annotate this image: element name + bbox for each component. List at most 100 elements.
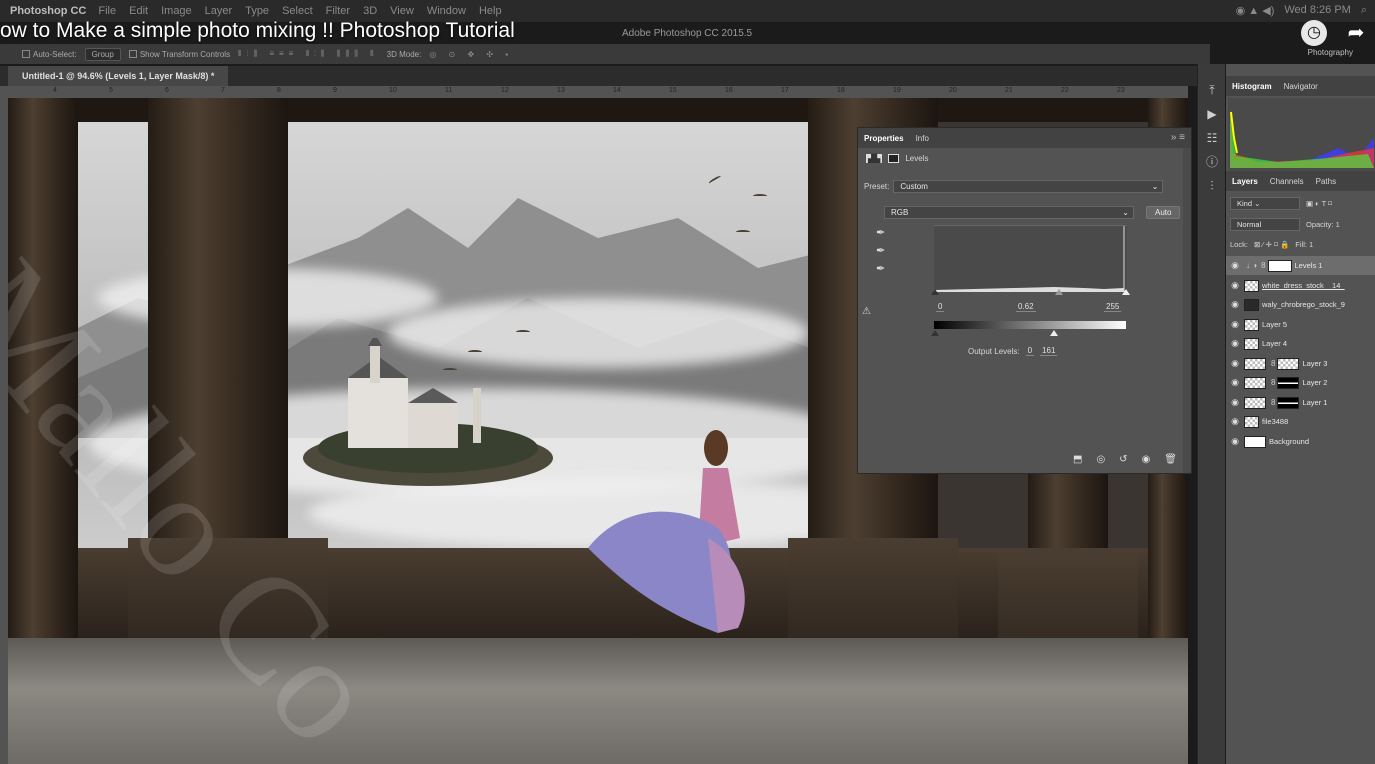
tab-histogram[interactable]: Histogram bbox=[1232, 82, 1272, 91]
layer-row[interactable]: ◉ 8 Layer 2 bbox=[1226, 373, 1375, 392]
eye-icon[interactable]: ◉ bbox=[1226, 338, 1244, 349]
auto-select-checkbox[interactable]: Auto-Select: bbox=[22, 50, 77, 59]
lock-icons[interactable]: ⊠ ⁄ ✛ ⌑ 🔒 bbox=[1254, 240, 1289, 249]
layer-row-levels[interactable]: ◉ ↓ ◑ 8 Levels 1 bbox=[1226, 256, 1375, 275]
menu-filter[interactable]: Filter bbox=[326, 5, 350, 17]
tab-channels[interactable]: Channels bbox=[1270, 177, 1304, 186]
channel-dropdown[interactable]: RGB ⌄ bbox=[884, 206, 1134, 219]
layer-row[interactable]: ◉ 8 Layer 1 bbox=[1226, 393, 1375, 412]
input-white-slider[interactable] bbox=[1122, 289, 1130, 295]
layer-row[interactable]: ◉ Layer 4 bbox=[1226, 334, 1375, 353]
history-icon[interactable]: ⤒ bbox=[1198, 78, 1226, 102]
layer-mask-thumbnail[interactable] bbox=[1267, 259, 1292, 272]
group-dropdown[interactable]: Group bbox=[84, 47, 121, 61]
layer-name[interactable]: Background bbox=[1269, 437, 1309, 446]
tab-properties[interactable]: Properties bbox=[864, 134, 904, 143]
layer-row[interactable]: ◉ Layer 5 bbox=[1226, 315, 1375, 334]
clip-to-layer-icon[interactable]: ⬒ bbox=[1073, 454, 1082, 465]
menu-select[interactable]: Select bbox=[282, 5, 313, 17]
input-black-field[interactable]: 0 bbox=[936, 302, 945, 312]
output-black-field[interactable]: 0 bbox=[1025, 346, 1035, 356]
layer-name[interactable]: waly_chrobrego_stock_9 bbox=[1262, 300, 1345, 309]
filter-icons[interactable]: ▣ ◐ T ⌑ bbox=[1306, 199, 1332, 208]
input-gamma-slider[interactable] bbox=[1055, 289, 1063, 295]
tab-navigator[interactable]: Navigator bbox=[1284, 82, 1318, 91]
layer-row[interactable]: ◉ white_dress_stock__14_ bbox=[1226, 276, 1375, 295]
eye-icon[interactable]: ◉ bbox=[1226, 377, 1244, 388]
search-icon[interactable]: ⌕ bbox=[1361, 4, 1367, 17]
layer-mask-thumbnail[interactable] bbox=[1277, 396, 1300, 409]
layer-name[interactable]: file3488 bbox=[1262, 417, 1288, 426]
eye-icon[interactable]: ◉ bbox=[1226, 397, 1244, 408]
eye-icon[interactable]: ◉ bbox=[1226, 319, 1244, 330]
output-black-slider[interactable] bbox=[931, 330, 939, 336]
play-icon[interactable]: ▶ bbox=[1198, 102, 1226, 126]
reset-icon[interactable]: ↺ bbox=[1119, 454, 1127, 465]
view-previous-icon[interactable]: ◎ bbox=[1096, 454, 1105, 465]
share-icon[interactable]: ➦ bbox=[1343, 20, 1369, 46]
adjustments-icon[interactable]: ☷ bbox=[1198, 126, 1226, 150]
layer-name[interactable]: Layer 2 bbox=[1302, 378, 1327, 387]
input-white-field[interactable]: 255 bbox=[1104, 302, 1122, 312]
blend-mode-dropdown[interactable]: Normal bbox=[1230, 217, 1300, 231]
transform-controls-checkbox[interactable]: Show Transform Controls bbox=[128, 50, 230, 59]
menu-3d[interactable]: 3D bbox=[363, 5, 377, 17]
gray-eyedropper-icon[interactable]: ✒ bbox=[876, 242, 885, 260]
layer-mask-thumbnail[interactable] bbox=[1277, 357, 1300, 370]
kind-filter-dropdown[interactable]: Kind ⌄ bbox=[1230, 196, 1300, 210]
app-menu[interactable]: Photoshop CC bbox=[10, 5, 86, 17]
black-eyedropper-icon[interactable]: ✒ bbox=[876, 224, 885, 242]
preset-dropdown[interactable]: Custom ⌄ bbox=[893, 180, 1164, 193]
menu-image[interactable]: Image bbox=[161, 5, 192, 17]
layer-row[interactable]: ◉ 8 Layer 3 bbox=[1226, 354, 1375, 373]
menu-type[interactable]: Type bbox=[245, 5, 269, 17]
eye-icon[interactable]: ◉ bbox=[1226, 260, 1244, 271]
workspace-switcher[interactable]: Photography bbox=[1308, 48, 1353, 57]
input-gamma-field[interactable]: 0.62 bbox=[1016, 302, 1036, 312]
3d-mode-icons[interactable]: ◎ ⊙ ✥ ✣ ▪ bbox=[429, 50, 513, 59]
menu-edit[interactable]: Edit bbox=[129, 5, 148, 17]
tab-paths[interactable]: Paths bbox=[1316, 177, 1336, 186]
menu-window[interactable]: Window bbox=[427, 5, 466, 17]
layer-mask-thumbnail[interactable] bbox=[1277, 376, 1300, 389]
menu-help[interactable]: Help bbox=[479, 5, 502, 17]
layer-name[interactable]: white_dress_stock__14_ bbox=[1262, 281, 1345, 290]
output-white-slider[interactable] bbox=[1050, 330, 1058, 336]
watch-later-icon[interactable]: ◷ bbox=[1301, 20, 1327, 46]
auto-button[interactable]: Auto bbox=[1146, 206, 1181, 219]
info-icon[interactable]: ⓘ bbox=[1198, 150, 1226, 174]
white-eyedropper-icon[interactable]: ✒ bbox=[876, 260, 885, 278]
fill-field[interactable]: Fill: 1 bbox=[1295, 240, 1313, 249]
menu-view[interactable]: View bbox=[390, 5, 414, 17]
menu-file[interactable]: File bbox=[98, 5, 116, 17]
align-icons[interactable]: ⫴⫶⫼ ≡≡≡ ⫴⫶⫼ ⫼⫼⫼ ⦀ bbox=[238, 49, 379, 59]
tab-info[interactable]: Info bbox=[916, 134, 929, 143]
tab-layers[interactable]: Layers bbox=[1232, 177, 1258, 186]
document-tab[interactable]: Untitled-1 @ 94.6% (Levels 1, Layer Mask… bbox=[8, 66, 229, 86]
menu-layer[interactable]: Layer bbox=[205, 5, 233, 17]
layer-row[interactable]: ◉ waly_chrobrego_stock_9 bbox=[1226, 295, 1375, 314]
layer-name[interactable]: Layer 4 bbox=[1262, 339, 1287, 348]
eye-icon[interactable]: ◉ bbox=[1226, 416, 1244, 427]
trash-icon[interactable]: 🗑 bbox=[1164, 454, 1177, 465]
layer-name[interactable]: Levels 1 bbox=[1295, 261, 1323, 270]
properties-scrollbar[interactable] bbox=[1183, 148, 1191, 473]
eye-icon[interactable]: ◉ bbox=[1226, 358, 1244, 369]
output-white-field[interactable]: 161 bbox=[1040, 346, 1058, 356]
eye-icon[interactable]: ◉ bbox=[1226, 299, 1244, 310]
eye-icon[interactable]: ◉ bbox=[1226, 436, 1244, 447]
input-black-slider[interactable] bbox=[931, 289, 939, 295]
layer-row[interactable]: ◉ Background bbox=[1226, 432, 1375, 451]
visibility-eye-icon[interactable]: ◉ bbox=[1142, 454, 1151, 465]
opacity-field[interactable]: Opacity: 1 bbox=[1306, 220, 1340, 229]
clock[interactable]: Wed 8:26 PM bbox=[1284, 4, 1350, 17]
layer-name[interactable]: Layer 5 bbox=[1262, 320, 1287, 329]
eye-icon[interactable]: ◉ bbox=[1226, 280, 1244, 291]
layer-name[interactable]: Layer 3 bbox=[1302, 359, 1327, 368]
panel-menu-icon[interactable]: » ≡ bbox=[1171, 132, 1185, 143]
wifi-icon[interactable]: ◉ ▲ ◀) bbox=[1236, 4, 1275, 17]
layers-panel-icon[interactable]: ⫶ bbox=[1198, 174, 1226, 198]
layer-row[interactable]: ◉ file3488 bbox=[1226, 412, 1375, 431]
layer-name[interactable]: Layer 1 bbox=[1302, 398, 1327, 407]
clipping-warning-icon[interactable]: ⚠ bbox=[862, 306, 871, 317]
